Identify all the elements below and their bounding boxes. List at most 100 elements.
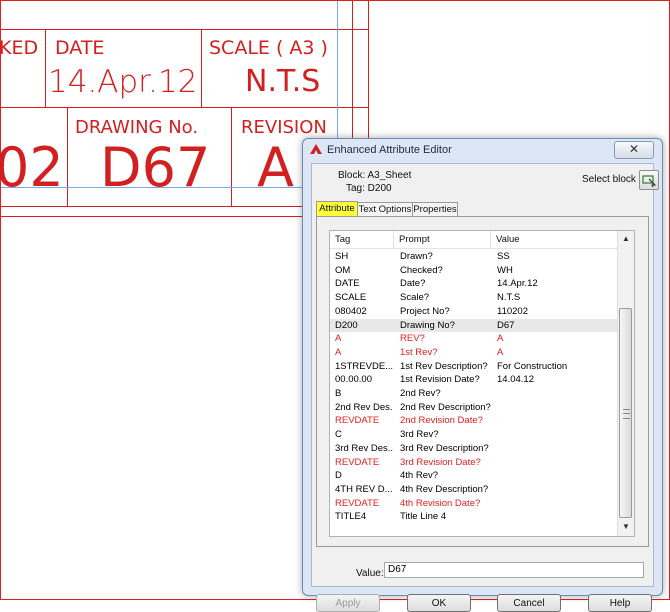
cell-prompt: Project No?	[400, 305, 450, 317]
date-value: 14.Apr.12	[48, 64, 198, 100]
column-header-value[interactable]: Value	[491, 231, 618, 248]
table-row[interactable]: A 1st Rev? A	[330, 346, 618, 360]
checked-header: KED	[0, 37, 39, 59]
table-row[interactable]: A REV? A	[330, 332, 618, 346]
table-row[interactable]: SCALE Scale? N.T.S	[330, 291, 618, 305]
cell-prompt: 1st Revision Date?	[400, 374, 480, 386]
cell-value: For Construction	[497, 360, 568, 372]
dialog-title: Enhanced Attribute Editor	[327, 144, 452, 156]
cell-value: 14.Apr.12	[497, 278, 538, 290]
select-block-icon	[642, 175, 657, 188]
cell-tag: 4TH REV D...	[335, 483, 393, 495]
cell-prompt: Title Line 4	[400, 511, 447, 523]
table-row[interactable]: TITLE4 Title Line 4	[330, 510, 618, 524]
table-row[interactable]: 1STREVDE... 1st Rev Description? For Const…	[330, 360, 618, 374]
cell-value: A	[497, 333, 504, 345]
column-header-prompt[interactable]: Prompt	[394, 231, 491, 248]
table-row[interactable]: D200 Drawing No? D67	[330, 318, 618, 333]
cell-value: 14.04.12	[497, 374, 534, 386]
title-block-line	[45, 29, 46, 107]
date-header: DATE	[55, 37, 105, 59]
table-row[interactable]: 3rd Rev Des... 3rd Rev Description?	[330, 442, 618, 456]
cancel-button[interactable]: Cancel	[497, 594, 561, 612]
cell-tag: 2nd Rev Des...	[335, 401, 393, 413]
tag-name-label: Tag: D200	[346, 183, 392, 194]
cell-tag: REVDATE	[335, 497, 380, 509]
table-row[interactable]: SH Drawn? SS	[330, 250, 618, 264]
dialog-titlebar[interactable]: Enhanced Attribute Editor ✕	[303, 139, 662, 161]
cell-prompt: 2nd Revision Date?	[400, 415, 483, 427]
table-row[interactable]: B 2nd Rev?	[330, 387, 618, 401]
cell-tag: 080402	[335, 305, 367, 317]
cell-value: WH	[497, 264, 513, 276]
table-row[interactable]: OM Checked? WH	[330, 264, 618, 278]
project-no-value: 02	[0, 136, 64, 199]
cell-value: N.T.S	[497, 292, 521, 304]
title-block-line	[231, 107, 232, 206]
title-block-line	[67, 107, 68, 206]
revision-header: REVISION	[241, 117, 327, 138]
cell-prompt: 1st Rev?	[400, 346, 438, 358]
cell-tag: DATE	[335, 278, 360, 290]
table-row[interactable]: REVDATE 2nd Revision Date?	[330, 414, 618, 428]
scale-value: N.T.S	[245, 64, 321, 99]
revision-value: A	[257, 136, 294, 199]
table-row[interactable]: 4TH REV D... 4th Rev Description?	[330, 483, 618, 497]
column-header-tag[interactable]: Tag	[330, 231, 394, 248]
cell-tag: D200	[335, 319, 358, 331]
title-block-line	[201, 29, 202, 107]
select-block-button[interactable]	[639, 170, 659, 190]
cell-tag: REVDATE	[335, 415, 380, 427]
ok-button[interactable]: OK	[407, 594, 471, 612]
apply-button[interactable]: Apply	[316, 594, 380, 612]
list-header: Tag Prompt Value	[330, 231, 634, 249]
table-row[interactable]: REVDATE 3rd Revision Date?	[330, 456, 618, 470]
title-block-line	[1, 107, 369, 108]
cell-tag: 1STREVDE...	[335, 360, 393, 372]
cell-tag: TITLE4	[335, 511, 367, 523]
drawing-no-value: D67	[100, 136, 211, 199]
cell-tag: B	[335, 388, 342, 399]
help-button[interactable]: Help	[588, 594, 652, 612]
enhanced-attribute-editor-dialog: Enhanced Attribute Editor ✕ Block: A3_Sh…	[302, 138, 663, 612]
cell-prompt: Checked?	[400, 264, 443, 276]
cell-tag: 3rd Rev Des...	[335, 442, 393, 454]
scrollbar-thumb[interactable]	[619, 308, 632, 518]
cell-prompt: 1st Rev Description?	[400, 360, 488, 372]
value-label: Value:	[356, 568, 384, 579]
scroll-down-arrow-icon[interactable]: ▼	[619, 520, 633, 534]
cell-prompt: Date?	[400, 278, 426, 290]
cell-prompt: 4th Rev?	[400, 470, 439, 482]
grip-icon	[623, 409, 630, 419]
cell-value: 110202	[497, 305, 528, 317]
table-row[interactable]: D 4th Rev?	[330, 469, 618, 483]
tab-text-options[interactable]: Text Options	[357, 202, 413, 217]
cell-prompt: 3rd Rev?	[400, 429, 439, 441]
cell-prompt: 3rd Rev Description?	[400, 442, 489, 454]
cell-tag: REVDATE	[335, 456, 380, 468]
tab-attribute[interactable]: Attribute	[316, 201, 358, 217]
table-row[interactable]: REVDATE 4th Revision Date?	[330, 497, 618, 511]
select-block-label: Select block	[582, 174, 636, 185]
scroll-up-arrow-icon[interactable]: ▲	[619, 232, 633, 246]
vertical-scrollbar[interactable]: ▲ ▼	[617, 231, 634, 536]
table-row[interactable]: C 3rd Rev?	[330, 428, 618, 442]
cell-value: D67	[497, 319, 515, 331]
table-row[interactable]: 00.00.00 1st Revision Date? 14.04.12	[330, 373, 618, 387]
value-input[interactable]	[384, 562, 644, 578]
tab-properties[interactable]: Properties	[412, 202, 458, 217]
cell-prompt: 3rd Revision Date?	[400, 456, 481, 468]
table-row[interactable]: DATE Date? 14.Apr.12	[330, 277, 618, 291]
table-row[interactable]: 2nd Rev Des... 2nd Rev Description?	[330, 401, 618, 415]
cell-value: SS	[497, 251, 510, 262]
cell-tag: A	[335, 346, 342, 358]
close-button[interactable]: ✕	[614, 141, 654, 159]
cell-prompt: 2nd Rev?	[400, 388, 441, 399]
cell-tag: SH	[335, 251, 349, 262]
cell-tag: D	[335, 470, 342, 482]
title-block-line	[1, 29, 369, 30]
scale-header: SCALE ( A3 )	[209, 37, 328, 59]
table-row[interactable]: 080402 Project No? 110202	[330, 305, 618, 319]
attribute-list[interactable]: Tag Prompt Value SH Drawn? SS OM Checked? WH D…	[329, 230, 635, 537]
cell-prompt: 2nd Rev Description?	[400, 401, 491, 413]
